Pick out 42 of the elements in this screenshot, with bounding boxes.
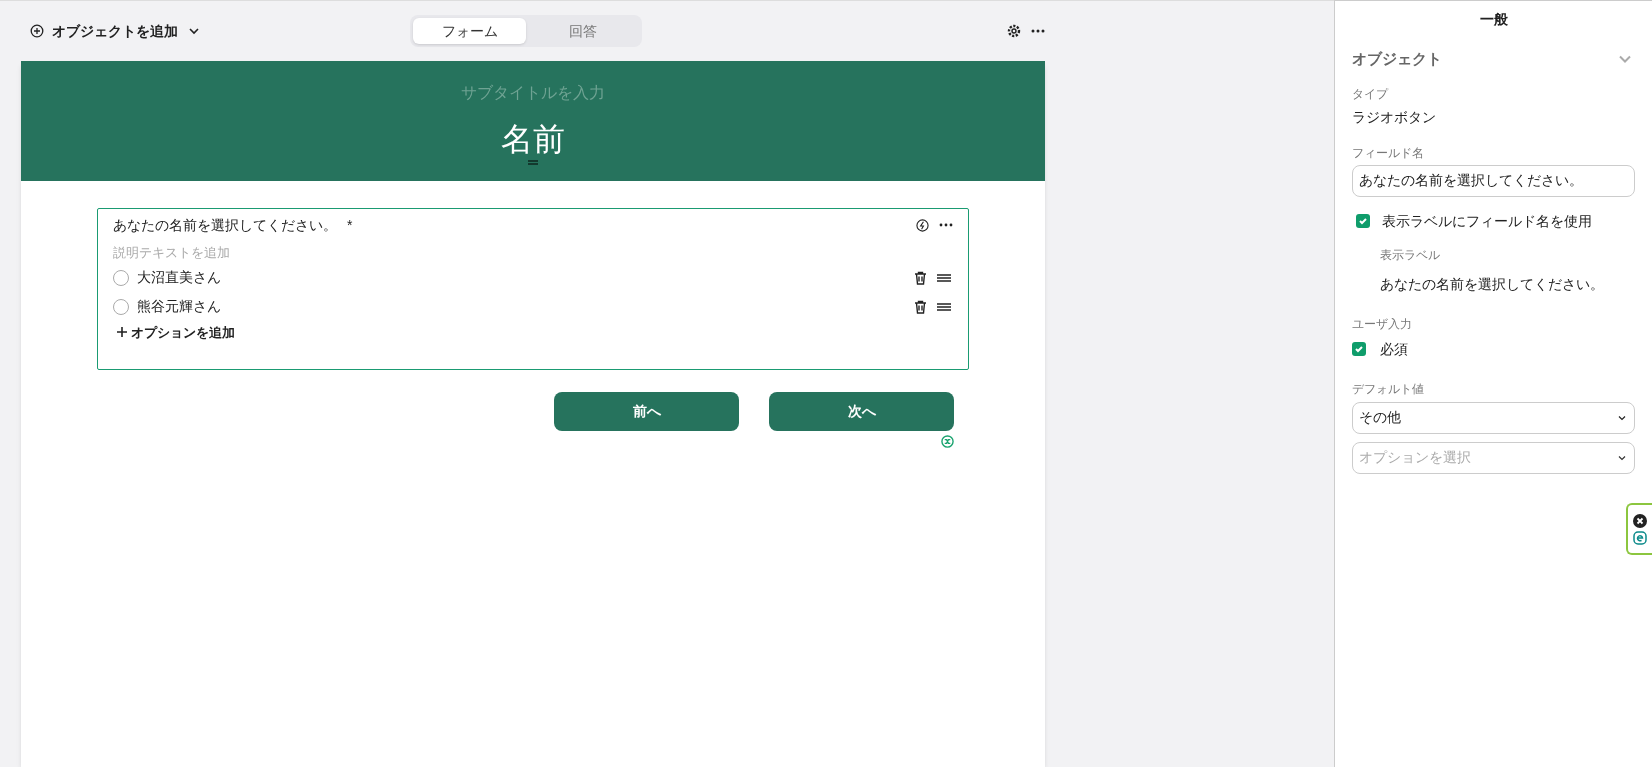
form-title[interactable]: 名前 bbox=[501, 119, 565, 159]
question-card[interactable]: あなたの名前を選択してください。 * 説明テキストを追加 大沼直美さん 熊谷元輝さん オプションを追加 bbox=[97, 208, 969, 370]
drag-handle-icon[interactable] bbox=[528, 160, 538, 165]
plus-circle-icon bbox=[30, 24, 44, 38]
field-label: ユーザ入力 bbox=[1352, 315, 1413, 333]
display-label-value: あなたの名前を選択してください。 bbox=[1380, 274, 1605, 294]
more-icon[interactable] bbox=[1031, 29, 1045, 33]
type-value: ラジオボタン bbox=[1352, 107, 1437, 127]
trash-icon[interactable] bbox=[914, 270, 927, 285]
field-label: デフォルト値 bbox=[1352, 380, 1425, 398]
nav-button[interactable]: 次へ bbox=[769, 392, 954, 431]
field-label: フィールド名 bbox=[1352, 144, 1425, 162]
default-value-select[interactable]: その他 bbox=[1352, 401, 1635, 434]
tab[interactable]: 回答 bbox=[526, 18, 639, 44]
drag-handle-icon[interactable] bbox=[937, 273, 951, 282]
panel-title: 一般 bbox=[1479, 10, 1508, 29]
e-logo-icon[interactable] bbox=[1633, 530, 1647, 545]
lightning-icon[interactable] bbox=[916, 218, 929, 232]
checkbox[interactable] bbox=[1352, 342, 1366, 356]
tab[interactable]: フォーム bbox=[413, 18, 526, 44]
check-icon bbox=[1354, 344, 1364, 354]
section-header[interactable]: オブジェクト bbox=[1352, 48, 1635, 71]
option-label[interactable]: 大沼直美さん bbox=[137, 267, 221, 288]
check-icon bbox=[1358, 216, 1368, 226]
required-mark: * bbox=[347, 215, 353, 235]
settings-icon[interactable] bbox=[1007, 24, 1021, 38]
close-icon[interactable] bbox=[1633, 513, 1647, 528]
checkbox-label[interactable]: 必須 bbox=[1380, 338, 1408, 360]
nav-button[interactable]: 前へ bbox=[554, 392, 739, 431]
checkbox[interactable] bbox=[1356, 214, 1370, 228]
plus-icon bbox=[117, 327, 127, 338]
drag-handle-icon[interactable] bbox=[937, 302, 951, 311]
field-label: 表示ラベル bbox=[1380, 246, 1441, 264]
add-object-button[interactable]: オブジェクトを追加 bbox=[30, 20, 410, 42]
option-label[interactable]: 熊谷元輝さん bbox=[137, 296, 221, 317]
field-name-input[interactable]: あなたの名前を選択してください。 bbox=[1352, 164, 1635, 197]
checkbox-label[interactable]: 表示ラベルにフィールド名を使用 bbox=[1382, 210, 1592, 232]
add-option-button[interactable]: オプションを追加 bbox=[117, 322, 235, 342]
field-label: タイプ bbox=[1352, 85, 1390, 103]
more-icon[interactable] bbox=[939, 223, 953, 227]
trash-icon[interactable] bbox=[914, 299, 927, 314]
question-label[interactable]: あなたの名前を選択してください。 bbox=[113, 214, 337, 236]
